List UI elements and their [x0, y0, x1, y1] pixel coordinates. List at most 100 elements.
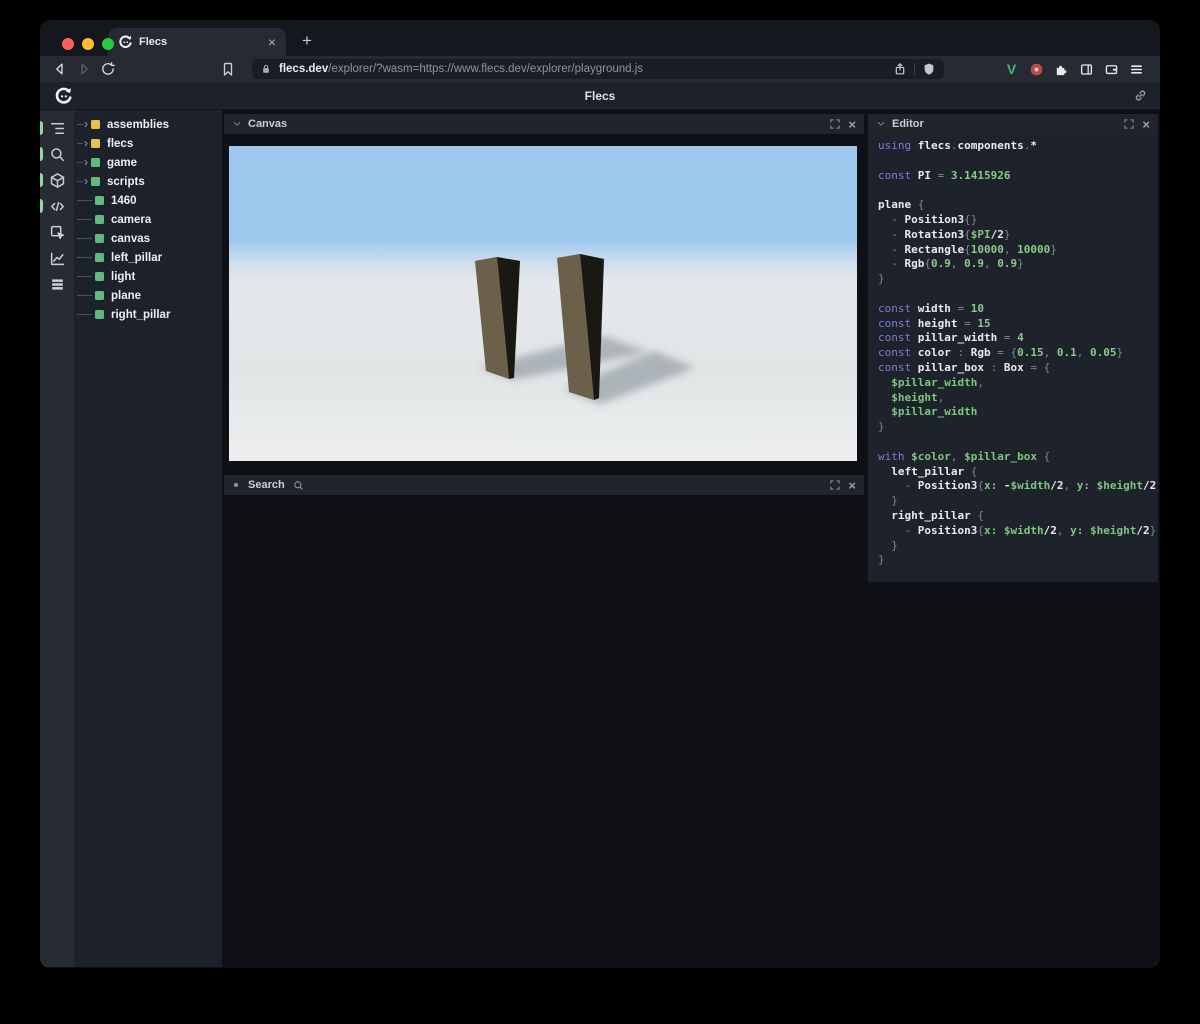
active-indicator-bar — [40, 173, 43, 187]
entity-color-swatch — [95, 291, 104, 300]
canvas-panel-header: Canvas × — [224, 114, 864, 134]
active-indicator-bar — [40, 121, 43, 135]
tree-item-assemblies[interactable]: › assemblies — [74, 115, 222, 134]
entity-tree: › assemblies › flecs › game › scripts 1460 camera… — [74, 110, 222, 967]
entity-color-swatch — [91, 177, 100, 186]
tab-title: Flecs — [139, 36, 168, 48]
tree-item-canvas[interactable]: canvas — [74, 229, 222, 248]
tree-item-label: plane — [111, 289, 142, 302]
canvas-panel-title: Canvas — [248, 118, 288, 130]
expand-chevron-icon[interactable]: › — [84, 175, 88, 187]
close-window-button[interactable] — [62, 38, 74, 50]
back-button[interactable] — [52, 61, 68, 77]
forward-button[interactable] — [76, 61, 92, 77]
bookmark-icon[interactable] — [220, 61, 236, 77]
active-indicator-bar — [40, 147, 43, 161]
code-editor-icon[interactable] — [40, 193, 74, 219]
divider — [914, 63, 915, 75]
vue-devtools-icon[interactable]: V — [1004, 62, 1019, 77]
share-icon[interactable] — [893, 62, 907, 76]
tables-rows-icon[interactable] — [40, 271, 74, 297]
tree-item-label: assemblies — [107, 118, 170, 131]
tree-guide-line — [77, 162, 83, 163]
tree-item-left_pillar[interactable]: left_pillar — [74, 248, 222, 267]
tree-guide-line — [77, 238, 92, 239]
page-title: Flecs — [584, 88, 616, 103]
tree-item-label: right_pillar — [111, 308, 171, 321]
stats-chart-icon[interactable] — [40, 245, 74, 271]
editor-panel: Editor × using flecs.components.* const … — [868, 114, 1158, 582]
tree-item-label: light — [111, 270, 136, 283]
collapse-chevron-icon[interactable] — [232, 119, 242, 129]
url-path: /explorer/?wasm=https://www.flecs.dev/ex… — [328, 63, 644, 75]
query-search-icon[interactable] — [40, 141, 74, 167]
zoom-window-button[interactable] — [102, 38, 114, 50]
close-panel-icon[interactable]: × — [848, 479, 856, 492]
window-controls — [62, 38, 114, 50]
menu-icon[interactable] — [1129, 62, 1144, 77]
tree-item-light[interactable]: light — [74, 267, 222, 286]
main-area: Canvas × Search × Editor × using flecs.c… — [222, 110, 1160, 967]
lock-icon — [260, 63, 272, 75]
tree-item-right_pillar[interactable]: right_pillar — [74, 305, 222, 324]
fullscreen-icon[interactable] — [829, 479, 841, 491]
entity-color-swatch — [95, 272, 104, 281]
scene-cube-icon[interactable] — [40, 167, 74, 193]
entity-color-swatch — [95, 234, 104, 243]
canvas-3d-viewport[interactable] — [229, 146, 857, 461]
tree-item-game[interactable]: › game — [74, 153, 222, 172]
expand-chevron-icon[interactable]: › — [84, 118, 88, 130]
adblock-icon[interactable] — [1029, 62, 1044, 77]
app-content: › assemblies › flecs › game › scripts 1460 camera… — [40, 110, 1160, 967]
tab-close-icon[interactable]: × — [268, 35, 276, 49]
extensions-icon[interactable] — [1054, 62, 1069, 77]
entity-color-swatch — [95, 310, 104, 319]
tree-item-label: game — [107, 156, 138, 169]
tree-guide-line — [77, 124, 83, 125]
tree-item-1460[interactable]: 1460 — [74, 191, 222, 210]
search-panel-title: Search — [248, 479, 285, 491]
tree-guide-line — [77, 181, 83, 182]
entity-color-swatch — [95, 196, 104, 205]
browser-toolbar: flecs.dev /explorer/?wasm=https://www.fl… — [40, 56, 1160, 82]
tree-item-label: canvas — [111, 232, 151, 245]
close-panel-icon[interactable]: × — [1142, 118, 1150, 131]
entity-color-swatch — [95, 253, 104, 262]
tree-item-flecs[interactable]: › flecs — [74, 134, 222, 153]
minimize-window-button[interactable] — [82, 38, 94, 50]
code-content[interactable]: using flecs.components.* const PI = 3.14… — [868, 134, 1158, 582]
entity-tree-icon[interactable] — [40, 115, 74, 141]
tree-guide-line — [77, 200, 92, 201]
tree-item-label: flecs — [107, 137, 134, 150]
tree-item-scripts[interactable]: › scripts — [74, 172, 222, 191]
browser-window: Flecs × + flecs.dev /explorer/?wasm=http… — [40, 20, 1160, 968]
inspect-pointer-icon[interactable] — [40, 219, 74, 245]
tree-item-camera[interactable]: camera — [74, 210, 222, 229]
wallet-icon[interactable] — [1104, 62, 1119, 77]
expand-chevron-icon[interactable]: › — [84, 137, 88, 149]
browser-actions: V — [1004, 62, 1148, 77]
close-panel-icon[interactable]: × — [848, 118, 856, 131]
tree-guide-line — [77, 276, 92, 277]
editor-panel-header: Editor × — [868, 114, 1158, 134]
editor-panel-title: Editor — [892, 118, 924, 130]
sidebar-toggle-icon[interactable] — [1079, 62, 1094, 77]
fullscreen-icon[interactable] — [829, 118, 841, 130]
tree-item-label: camera — [111, 213, 152, 226]
browser-tab[interactable]: Flecs × — [108, 28, 286, 56]
scene-svg — [229, 146, 857, 461]
brave-shield-icon[interactable] — [922, 62, 936, 76]
collapsed-dot-icon[interactable] — [234, 483, 238, 487]
fullscreen-icon[interactable] — [1123, 118, 1135, 130]
collapse-chevron-icon[interactable] — [876, 119, 886, 129]
entity-color-swatch — [91, 120, 100, 129]
tree-guide-line — [77, 219, 92, 220]
tree-item-plane[interactable]: plane — [74, 286, 222, 305]
expand-chevron-icon[interactable]: › — [84, 156, 88, 168]
new-tab-button[interactable]: + — [302, 31, 312, 51]
url-bar[interactable]: flecs.dev /explorer/?wasm=https://www.fl… — [252, 59, 944, 79]
icon-sidebar — [40, 110, 74, 967]
entity-color-swatch — [91, 139, 100, 148]
reload-button[interactable] — [100, 61, 116, 77]
scene-sky-ground — [229, 146, 857, 461]
